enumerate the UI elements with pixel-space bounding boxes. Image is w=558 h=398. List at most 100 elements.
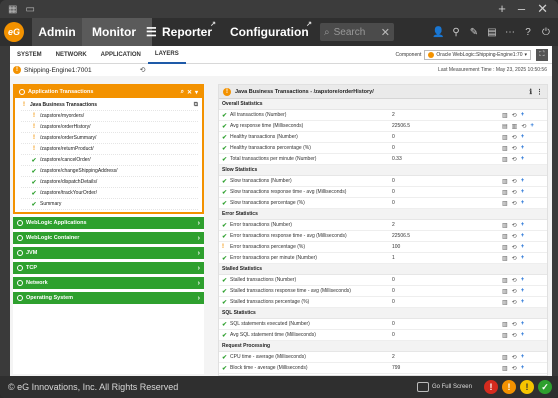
- history-icon[interactable]: ⟲: [512, 321, 517, 328]
- chart-icon[interactable]: ▥: [502, 233, 508, 240]
- category-item[interactable]: WebLogic Container ›: [13, 232, 204, 244]
- tab-layers[interactable]: LAYERS: [147, 46, 186, 64]
- chart-icon[interactable]: ▥: [502, 277, 508, 284]
- power-icon[interactable]: ⏻: [540, 27, 552, 38]
- history-icon[interactable]: ⟲: [521, 123, 526, 130]
- tree-item[interactable]: ! /zapstore/myorders/: [21, 111, 198, 122]
- add-icon[interactable]: +: [521, 178, 525, 185]
- history-icon[interactable]: ⟲: [512, 244, 517, 251]
- tools-icon[interactable]: ✎: [468, 27, 480, 38]
- history-icon[interactable]: ⟲: [512, 222, 517, 229]
- layers-icon[interactable]: ▤: [486, 27, 498, 38]
- category-item[interactable]: Network ›: [13, 277, 204, 289]
- add-icon[interactable]: +: [521, 156, 525, 163]
- history-icon[interactable]: ⟲: [512, 277, 517, 284]
- more-icon[interactable]: ⋯: [504, 27, 516, 38]
- search-icon[interactable]: ⌕: [181, 89, 184, 96]
- grid-icon[interactable]: ▦: [8, 4, 17, 15]
- collapse-icon[interactable]: ✕: [187, 89, 192, 96]
- add-icon[interactable]: +: [521, 332, 525, 339]
- add-icon[interactable]: +: [521, 354, 525, 361]
- nav-configuration[interactable]: Configuration ↗: [220, 18, 316, 46]
- history-icon[interactable]: ⟲: [512, 156, 517, 163]
- tree-item[interactable]: ✔/zapstore/trackYourOrder/: [21, 188, 198, 199]
- chart-icon[interactable]: ▥: [502, 299, 508, 306]
- add-icon[interactable]: +: [530, 123, 534, 130]
- history-icon[interactable]: ⟲: [512, 200, 517, 207]
- search-input[interactable]: ⌕ Search ✕: [320, 23, 394, 41]
- history-icon[interactable]: ⟲: [140, 66, 146, 74]
- history-icon[interactable]: ⟲: [512, 288, 517, 295]
- add-icon[interactable]: +: [521, 299, 525, 306]
- chart-icon[interactable]: ▥: [502, 134, 508, 141]
- category-application-transactions[interactable]: Application Transactions ⌕ ✕ ▾: [15, 86, 202, 98]
- tree-item[interactable]: ! /zapstore/orderHistory/: [21, 122, 198, 133]
- kebab-menu-icon[interactable]: ⋮: [536, 88, 543, 96]
- add-icon[interactable]: +: [521, 255, 525, 262]
- chart-icon[interactable]: ▥: [502, 365, 508, 372]
- minimize-icon[interactable]: –: [518, 2, 525, 15]
- close-window-icon[interactable]: ✕: [537, 2, 548, 15]
- category-item[interactable]: Operating System ›: [13, 292, 204, 304]
- history-icon[interactable]: ⟲: [512, 365, 517, 372]
- chart-icon[interactable]: ▥: [502, 255, 508, 262]
- chart-icon[interactable]: ▥: [502, 332, 508, 339]
- tree-item[interactable]: ! Java Business Transactions ⧉: [21, 100, 198, 111]
- category-item[interactable]: JVM ›: [13, 247, 204, 259]
- major-alarm-icon[interactable]: !: [502, 380, 516, 394]
- add-icon[interactable]: +: [521, 233, 525, 240]
- history-icon[interactable]: ⟲: [512, 255, 517, 262]
- critical-alarm-icon[interactable]: !: [484, 380, 498, 394]
- chart-icon[interactable]: ▥: [502, 321, 508, 328]
- fullscreen-panel-button[interactable]: ⛶: [536, 48, 548, 61]
- history-icon[interactable]: ⟲: [512, 112, 517, 119]
- user-icon[interactable]: 👤: [432, 27, 444, 38]
- help-icon[interactable]: ?: [522, 27, 534, 38]
- history-icon[interactable]: ⟲: [512, 145, 517, 152]
- clear-search-icon[interactable]: ✕: [381, 26, 390, 39]
- history-icon[interactable]: ⟲: [512, 134, 517, 141]
- chart-icon[interactable]: ▥: [502, 112, 508, 119]
- add-icon[interactable]: +: [521, 244, 525, 251]
- sidebar-icon[interactable]: ▭: [25, 4, 34, 15]
- link-icon[interactable]: ⚲: [450, 27, 462, 38]
- chart-icon[interactable]: ▥: [502, 288, 508, 295]
- tree-item[interactable]: ✔/zapstore/cancelOrder/: [21, 155, 198, 166]
- category-item[interactable]: TCP ›: [13, 262, 204, 274]
- full-screen-button[interactable]: Go Full Screen: [416, 382, 472, 392]
- nav-admin[interactable]: Admin: [32, 18, 82, 46]
- eg-logo[interactable]: eG: [0, 18, 28, 46]
- chart-icon[interactable]: ▥: [512, 123, 518, 130]
- chevron-down-icon[interactable]: ▾: [195, 89, 198, 96]
- tree-item[interactable]: ✔/zapstore/changeShippingAddress/: [21, 166, 198, 177]
- info-icon[interactable]: ℹ: [529, 88, 532, 96]
- nav-monitor[interactable]: Monitor ☰: [82, 18, 157, 46]
- add-icon[interactable]: +: [521, 145, 525, 152]
- category-item[interactable]: WebLogic Applications ›: [13, 217, 204, 229]
- history-icon[interactable]: ⟲: [512, 332, 517, 339]
- chart-icon[interactable]: ▥: [502, 244, 508, 251]
- add-icon[interactable]: +: [521, 112, 525, 119]
- chart-icon[interactable]: ▥: [502, 189, 508, 196]
- add-icon[interactable]: +: [521, 189, 525, 196]
- copy-icon[interactable]: ⧉: [194, 102, 198, 109]
- component-select[interactable]: Oracle WebLogic:Shipping-Engine1:70 ▾: [424, 49, 531, 60]
- add-icon[interactable]: +: [521, 288, 525, 295]
- tab-network[interactable]: NETWORK: [49, 46, 94, 64]
- add-window-icon[interactable]: +: [498, 2, 506, 15]
- chart-icon[interactable]: ▥: [502, 145, 508, 152]
- tree-item[interactable]: ! /zapstore/returnProduct/: [21, 144, 198, 155]
- chart-icon[interactable]: ▥: [502, 200, 508, 207]
- add-icon[interactable]: +: [521, 321, 525, 328]
- chart-icon[interactable]: ▥: [502, 354, 508, 361]
- history-icon[interactable]: ⟲: [512, 354, 517, 361]
- add-icon[interactable]: +: [521, 222, 525, 229]
- tree-item[interactable]: ✔ Summary: [21, 199, 198, 210]
- normal-status-icon[interactable]: ✓: [538, 380, 552, 394]
- add-icon[interactable]: +: [521, 277, 525, 284]
- tree-item[interactable]: ! /zapstore/orderSummary/: [21, 133, 198, 144]
- chart-icon[interactable]: ▥: [502, 178, 508, 185]
- history-icon[interactable]: ⟲: [512, 299, 517, 306]
- chart-icon[interactable]: ▥: [502, 222, 508, 229]
- add-icon[interactable]: +: [521, 200, 525, 207]
